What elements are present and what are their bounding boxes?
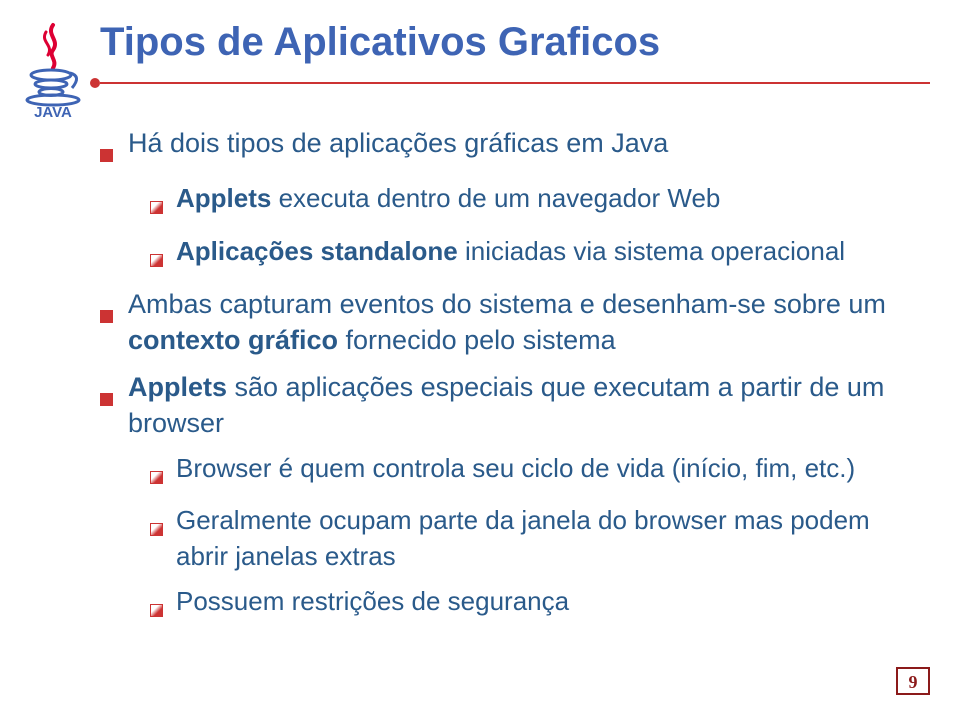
page-number: 9 [896,667,930,695]
bullet-level1: Ambas capturam eventos do sistema e dese… [100,286,910,359]
square-bullet-icon [100,125,128,171]
square-bullet-icon [100,286,128,359]
bullet-level2: Browser é quem controla seu ciclo de vid… [150,451,910,493]
diamond-bullet-icon [150,181,176,223]
title-divider [100,82,930,84]
slide-content: Há dois tipos de aplicações gráficas em … [100,125,910,636]
diamond-bullet-icon [150,234,176,276]
slide-title: Tipos de Aplicativos Graficos [100,20,660,65]
bullet-text: Possuem restrições de segurança [176,584,910,626]
diamond-bullet-icon [150,584,176,626]
bullet-level2: Geralmente ocupam parte da janela do bro… [150,503,910,573]
square-bullet-icon [100,369,128,442]
java-logo: JAVA [18,20,88,120]
bullet-level2: Possuem restrições de segurança [150,584,910,626]
bullet-level1: Há dois tipos de aplicações gráficas em … [100,125,910,171]
diamond-bullet-icon [150,503,176,573]
svg-text:JAVA: JAVA [34,104,72,120]
diamond-bullet-icon [150,451,176,493]
bullet-text: Browser é quem controla seu ciclo de vid… [176,451,910,493]
bullet-level1: Applets são aplicações especiais que exe… [100,369,910,442]
bullet-level2: Aplicações standalone iniciadas via sist… [150,234,910,276]
bullet-text: Applets executa dentro de um navegador W… [176,181,910,223]
bullet-text: Há dois tipos de aplicações gráficas em … [128,125,910,171]
bullet-text: Applets são aplicações especiais que exe… [128,369,910,442]
bullet-text: Geralmente ocupam parte da janela do bro… [176,503,910,573]
bullet-level2: Applets executa dentro de um navegador W… [150,181,910,223]
bullet-text: Aplicações standalone iniciadas via sist… [176,234,910,276]
bullet-text: Ambas capturam eventos do sistema e dese… [128,286,910,359]
